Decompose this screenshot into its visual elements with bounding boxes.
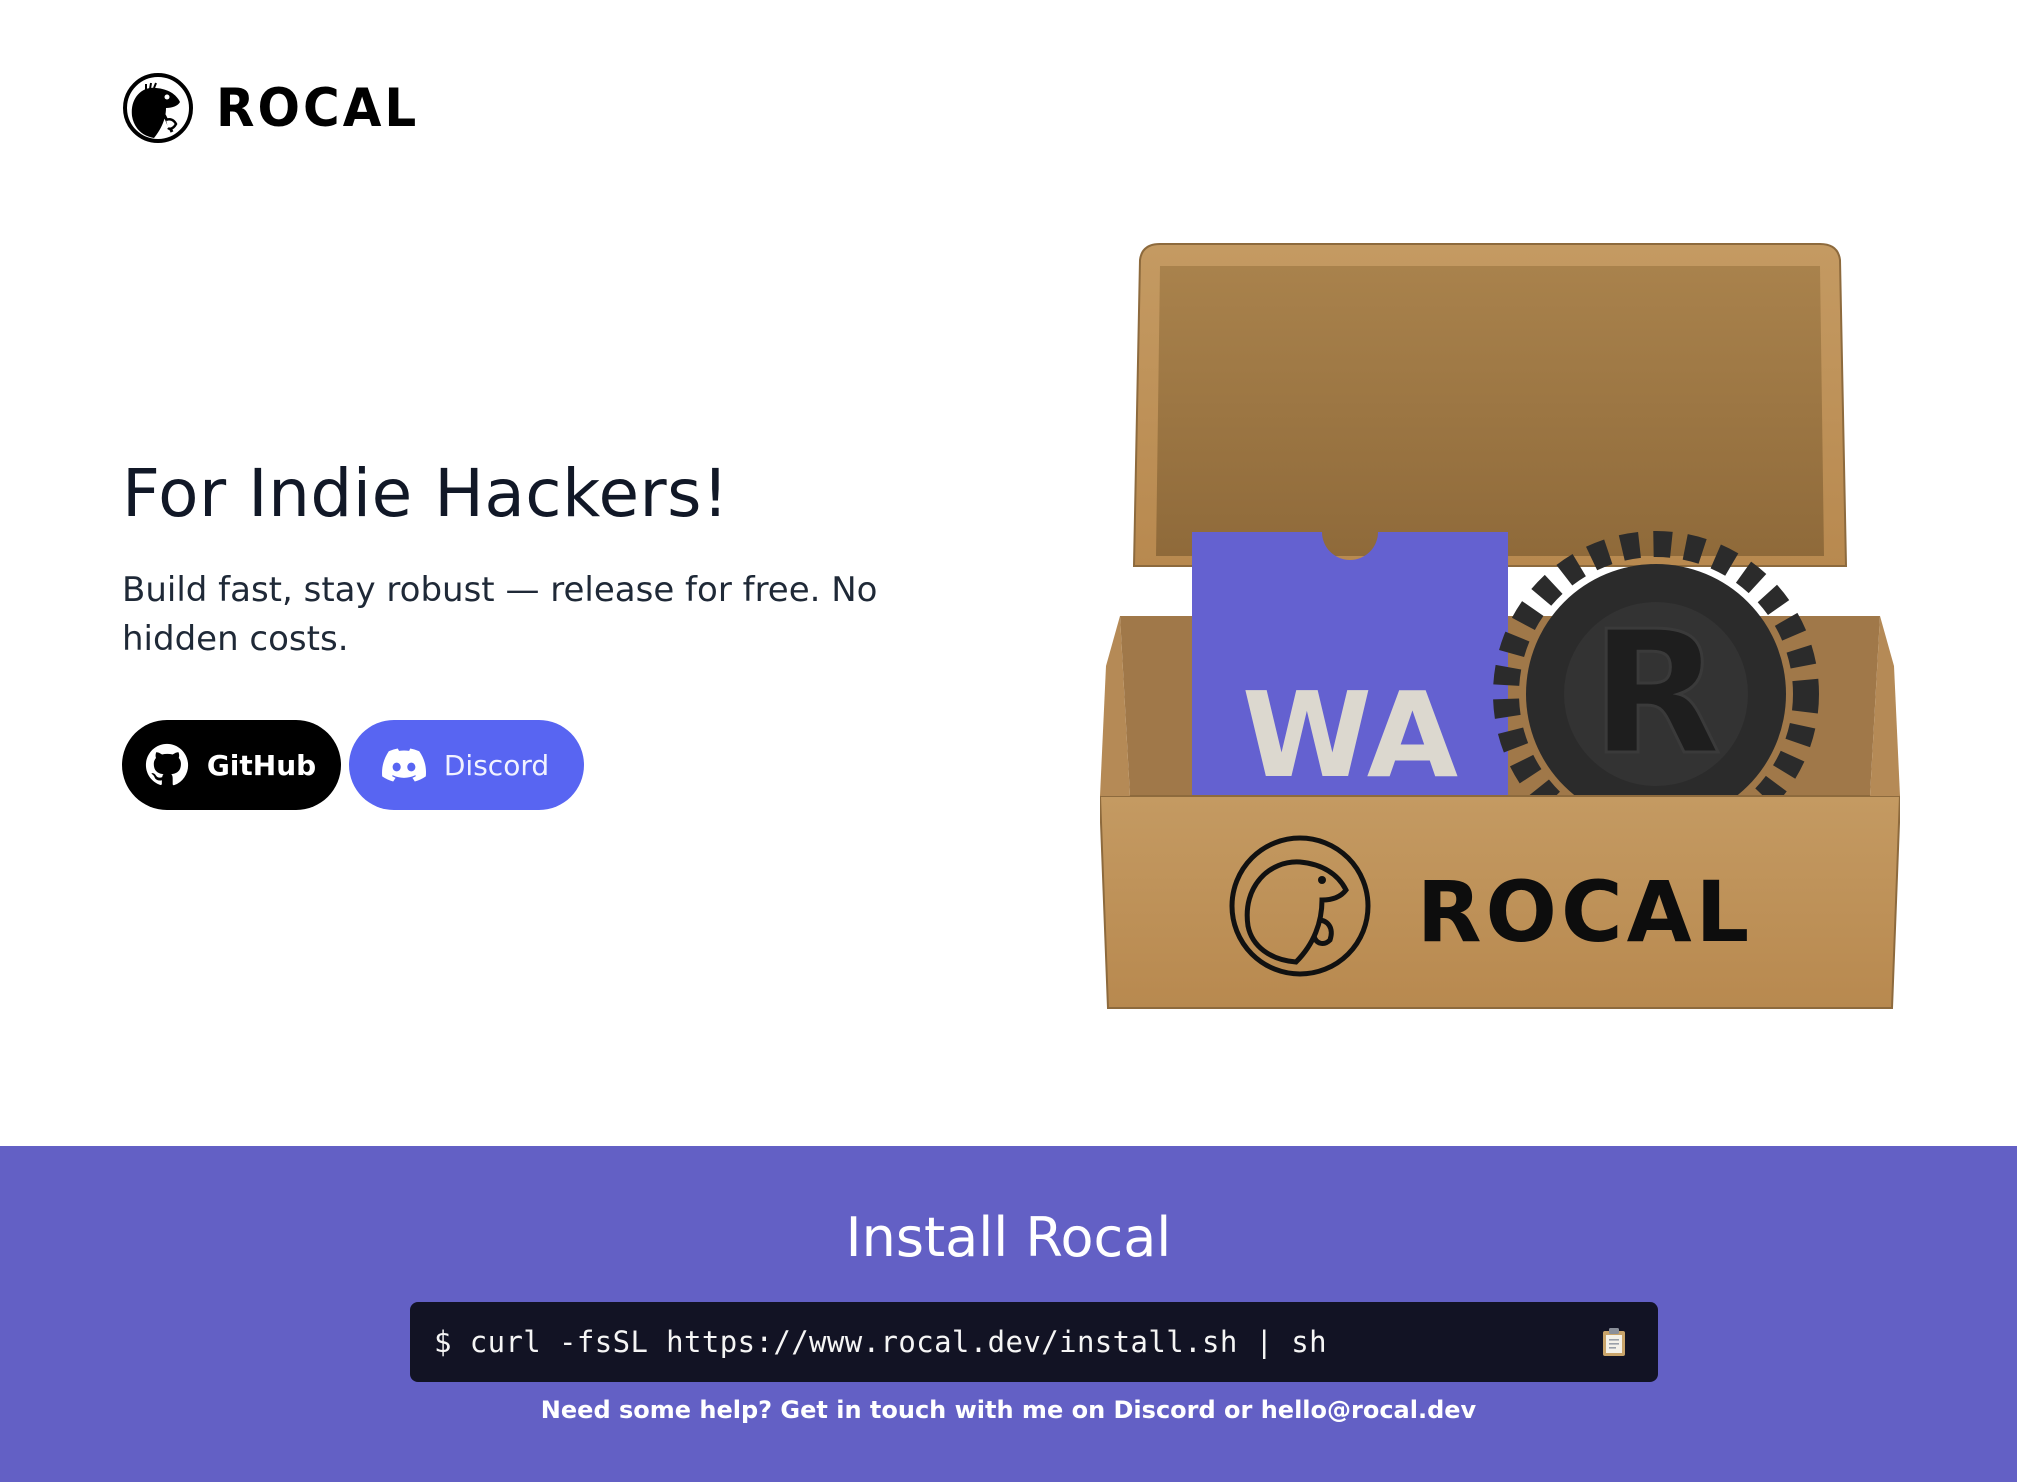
install-command-box: $ curl -fsSL https://www.rocal.dev/insta…	[410, 1302, 1658, 1382]
help-text: Need some help? Get in touch with me on …	[540, 1396, 1477, 1424]
hero-box-illustration: WA R ROCAL	[1100, 243, 1900, 1009]
clipboard-icon	[1603, 1328, 1625, 1356]
github-button[interactable]: GitHub	[122, 720, 341, 810]
discord-button[interactable]: Discord	[349, 720, 584, 810]
hero-buttons: GitHub Discord	[122, 720, 584, 810]
install-command[interactable]: $ curl -fsSL https://www.rocal.dev/insta…	[434, 1325, 1594, 1359]
hero-title: For Indie Hackers!	[122, 455, 730, 532]
rocal-logo-icon	[123, 73, 193, 143]
discord-icon	[381, 748, 426, 782]
hero-subtitle: Build fast, stay robust — release for fr…	[122, 570, 878, 659]
github-button-label: GitHub	[206, 748, 317, 782]
copy-button[interactable]	[1594, 1322, 1634, 1362]
github-icon	[145, 743, 188, 786]
install-title: Install Rocal	[845, 1206, 1172, 1269]
brand[interactable]: ROCAL	[122, 72, 419, 144]
brand-name: ROCAL	[216, 77, 420, 139]
card-text: WA	[1242, 666, 1458, 804]
page: ROCAL For Indie Hackers! Build fast, sta…	[0, 0, 2017, 1482]
box-brand-text: ROCAL	[1417, 863, 1753, 961]
discord-button-label: Discord	[443, 748, 550, 782]
install-section: Install Rocal $ curl -fsSL https://www.r…	[0, 1146, 2017, 1482]
webassembly-card: WA	[1192, 532, 1508, 806]
gear-text: R	[1591, 595, 1722, 793]
